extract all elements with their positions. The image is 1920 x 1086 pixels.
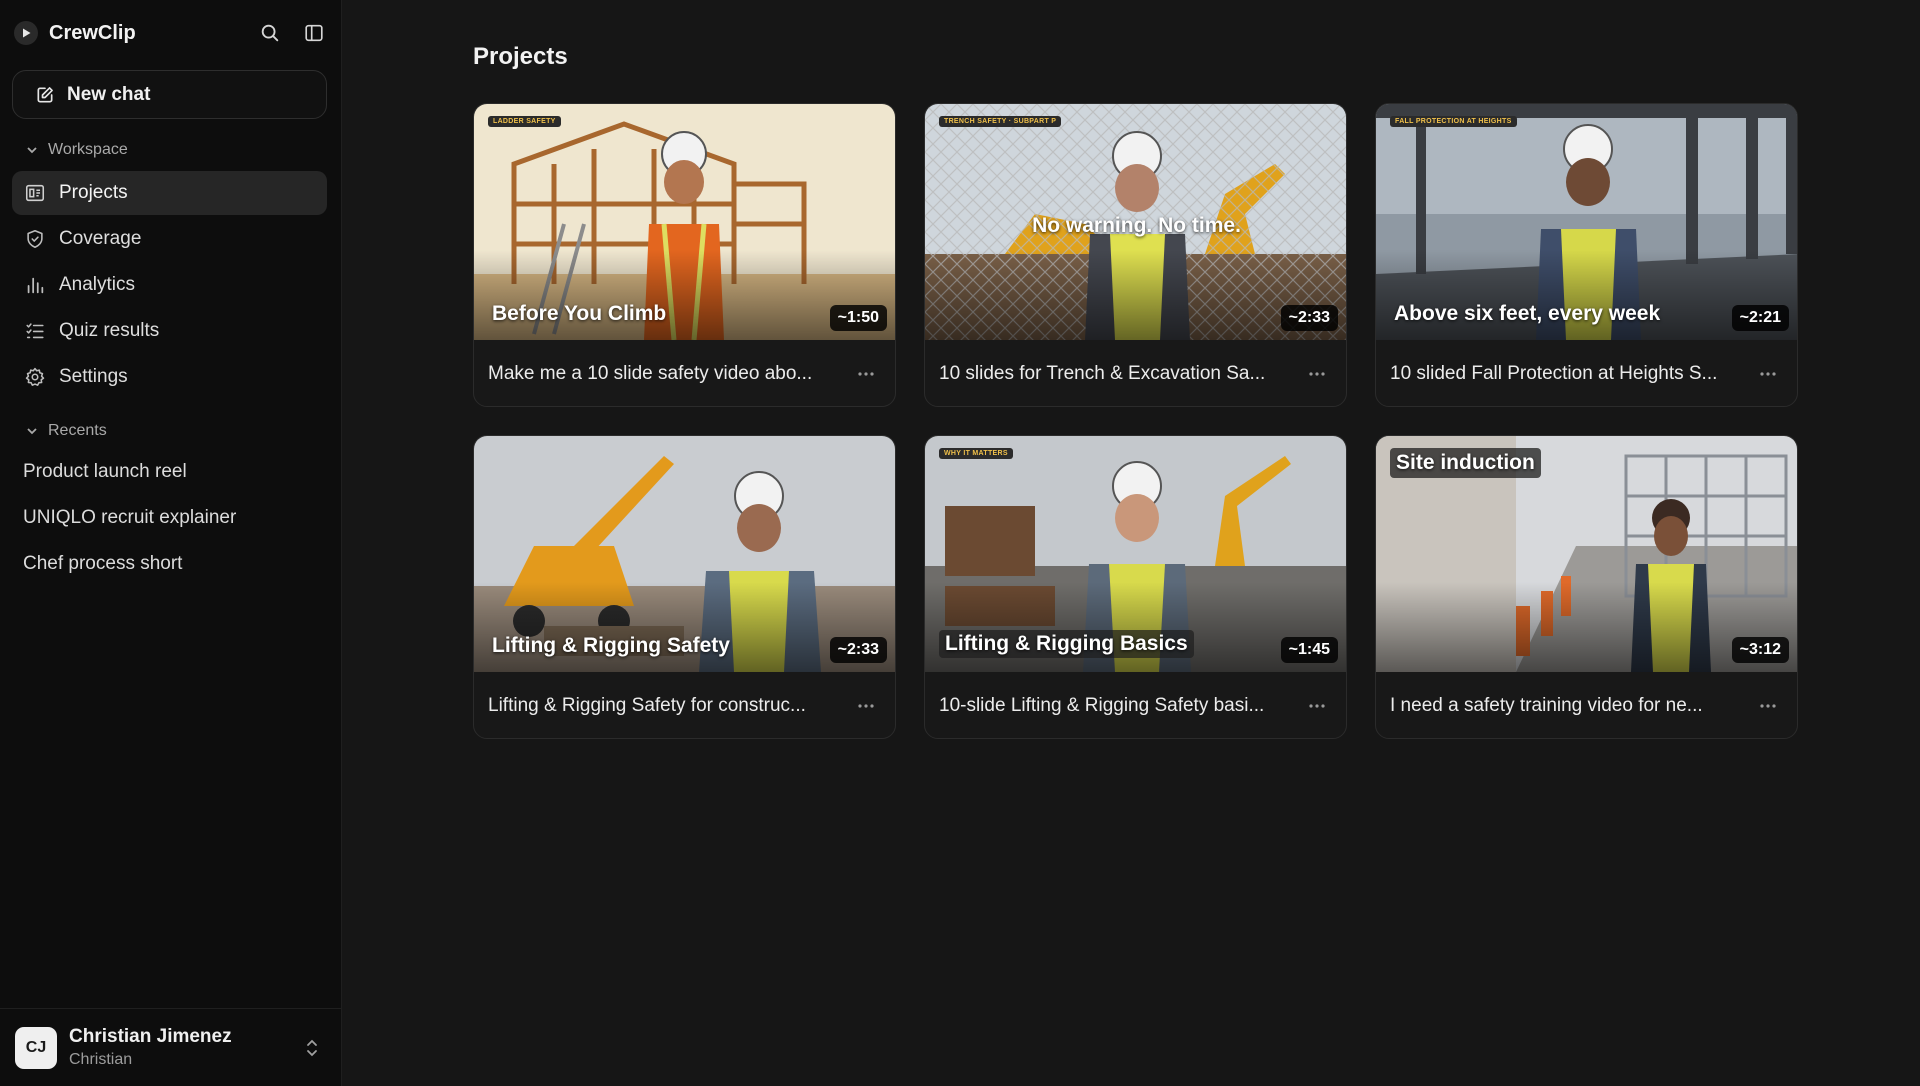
play-logo-icon xyxy=(14,21,38,45)
project-thumbnail: TRENCH SAFETY · SUBPART P No warning. No… xyxy=(925,104,1346,340)
ellipsis-icon xyxy=(1309,372,1325,376)
checklist-icon xyxy=(26,323,44,339)
more-options-button[interactable] xyxy=(851,364,881,384)
new-chat-button[interactable]: New chat xyxy=(12,70,327,119)
toggle-sidebar-button[interactable] xyxy=(301,20,327,46)
duration-badge: ~1:45 xyxy=(1280,637,1338,663)
workspace-heading: Workspace xyxy=(48,141,128,158)
sidebar-item-label: Analytics xyxy=(59,274,136,295)
project-card[interactable]: TRENCH SAFETY · SUBPART P No warning. No… xyxy=(924,103,1347,407)
project-card[interactable]: WHY IT MATTERS Lifting & Rigging Basics … xyxy=(924,435,1347,739)
sidebar-item-settings[interactable]: Settings xyxy=(12,355,327,399)
sidebar-item-quiz-results[interactable]: Quiz results xyxy=(12,309,327,353)
project-card[interactable]: Site induction ~3:12 I need a safety tra… xyxy=(1375,435,1798,739)
sidebar-item-coverage[interactable]: Coverage xyxy=(12,217,327,261)
edit-icon xyxy=(37,86,53,102)
bar-chart-icon xyxy=(27,277,44,294)
sidebar-panel-icon xyxy=(305,24,323,42)
duration-badge: ~2:33 xyxy=(1280,305,1338,331)
user-subtitle: Christian xyxy=(69,1051,133,1068)
sidebar-item-label: Projects xyxy=(59,182,128,203)
app-name: CrewClip xyxy=(49,21,136,44)
duration-badge: ~2:21 xyxy=(1731,305,1789,331)
sidebar-item-label: Settings xyxy=(59,366,128,387)
brand-row: CrewClip xyxy=(14,16,327,50)
new-chat-label: New chat xyxy=(67,83,151,105)
project-card[interactable]: Lifting & Rigging Safety ~2:33 Lifting &… xyxy=(473,435,896,739)
chevron-down-icon xyxy=(27,147,37,154)
project-thumbnail: FALL PROTECTION AT HEIGHTS Above six fee… xyxy=(1376,104,1797,340)
projects-icon xyxy=(25,184,45,202)
chevron-down-icon xyxy=(27,428,37,435)
project-card[interactable]: FALL PROTECTION AT HEIGHTS Above six fee… xyxy=(1375,103,1798,407)
project-title: I need a safety training video for ne... xyxy=(1390,695,1703,716)
sidebar-item-label: Quiz results xyxy=(59,320,160,341)
more-options-button[interactable] xyxy=(1753,696,1783,716)
sidebar: CrewClip New chat Workspace Projects Cov… xyxy=(0,0,342,1086)
project-card[interactable]: LADDER SAFETY Before You Climb ~1:50 Mak… xyxy=(473,103,896,407)
thumbnail-tag: TRENCH SAFETY · SUBPART P xyxy=(939,116,1062,127)
thumbnail-tag: LADDER SAFETY xyxy=(488,116,561,127)
shield-icon xyxy=(27,229,43,249)
more-options-button[interactable] xyxy=(1302,364,1332,384)
ellipsis-icon xyxy=(1760,704,1776,708)
user-menu[interactable]: CJ Christian Jimenez Christian xyxy=(0,1008,342,1086)
user-name: Christian Jimenez xyxy=(69,1026,232,1047)
project-thumbnail: WHY IT MATTERS Lifting & Rigging Basics … xyxy=(925,436,1346,672)
project-title: 10-slide Lifting & Rigging Safety basi..… xyxy=(939,695,1265,716)
avatar: CJ xyxy=(15,1026,57,1069)
project-title: Make me a 10 slide safety video abo... xyxy=(488,363,813,384)
more-options-button[interactable] xyxy=(851,696,881,716)
project-title: 10 slides for Trench & Excavation Sa... xyxy=(939,363,1266,384)
project-thumbnail: LADDER SAFETY Before You Climb ~1:50 xyxy=(474,104,895,340)
ellipsis-icon xyxy=(1760,372,1776,376)
recents-heading: Recents xyxy=(48,422,107,439)
search-button[interactable] xyxy=(257,20,283,46)
thumbnail-title: Lifting & Rigging Safety xyxy=(492,634,730,657)
search-icon xyxy=(261,24,279,42)
sidebar-item-label: Coverage xyxy=(59,228,142,249)
duration-badge: ~2:33 xyxy=(829,637,887,663)
project-title: Lifting & Rigging Safety for construc... xyxy=(488,695,806,716)
more-options-button[interactable] xyxy=(1753,364,1783,384)
sidebar-item-projects[interactable]: Projects xyxy=(12,171,327,215)
project-thumbnail: Site induction ~3:12 xyxy=(1376,436,1797,672)
thumbnail-title: No warning. No time. xyxy=(1032,214,1241,237)
workspace-section-toggle[interactable]: Workspace xyxy=(25,141,128,159)
more-options-button[interactable] xyxy=(1302,696,1332,716)
sidebar-item-analytics[interactable]: Analytics xyxy=(12,263,327,307)
thumbnail-title: Lifting & Rigging Basics xyxy=(939,630,1194,658)
thumbnail-tag: WHY IT MATTERS xyxy=(939,448,1013,459)
chevron-up-down-icon xyxy=(307,1039,317,1057)
gear-icon xyxy=(25,367,45,386)
project-title: 10 slided Fall Protection at Heights S..… xyxy=(1390,363,1718,384)
recent-item[interactable]: UNIQLO recruit explainer xyxy=(23,507,236,529)
recent-item[interactable]: Chef process short xyxy=(23,553,182,575)
recent-item[interactable]: Product launch reel xyxy=(23,461,187,483)
ellipsis-icon xyxy=(858,704,874,708)
thumbnail-title: Above six feet, every week xyxy=(1394,302,1661,325)
duration-badge: ~3:12 xyxy=(1731,637,1789,663)
recents-section-toggle[interactable]: Recents xyxy=(25,422,107,440)
thumbnail-tag: FALL PROTECTION AT HEIGHTS xyxy=(1390,116,1517,127)
duration-badge: ~1:50 xyxy=(829,305,887,331)
thumbnail-title: Site induction xyxy=(1390,448,1541,478)
project-thumbnail: Lifting & Rigging Safety ~2:33 xyxy=(474,436,895,672)
ellipsis-icon xyxy=(1309,704,1325,708)
thumbnail-title: Before You Climb xyxy=(492,302,667,325)
page-title: Projects xyxy=(473,43,568,70)
ellipsis-icon xyxy=(858,372,874,376)
